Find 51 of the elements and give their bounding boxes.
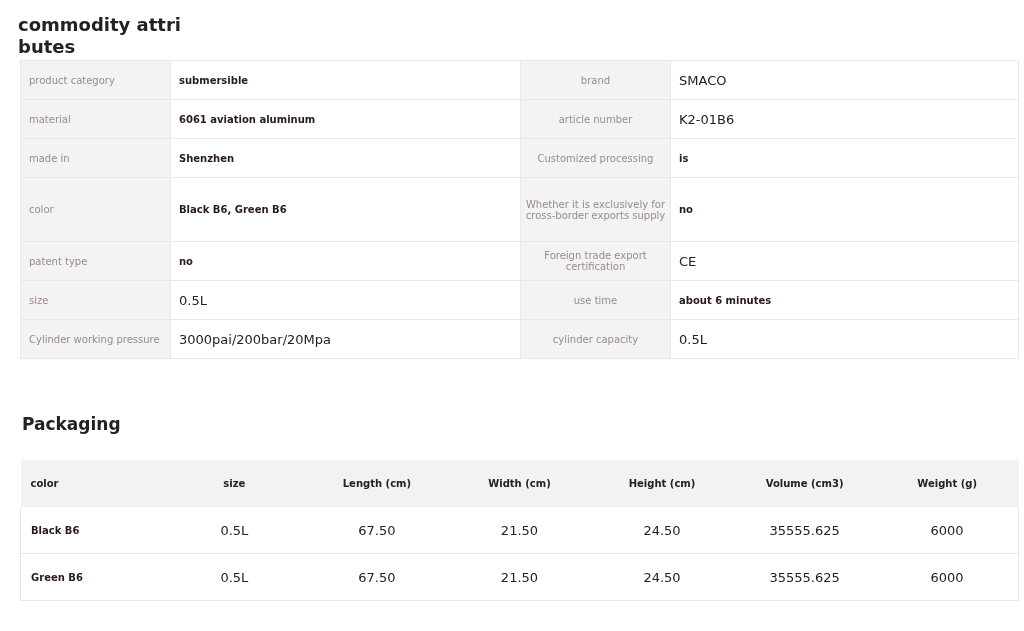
table-cell: Green B6 [20, 553, 164, 601]
attribute-value: submersible [170, 60, 521, 100]
attribute-label: Whether it is exclusively for cross-border exports supply [520, 177, 671, 242]
attribute-value: no [670, 177, 1019, 242]
table-cell: 21.50 [448, 507, 591, 554]
column-header: Width (cm) [448, 460, 591, 507]
table-cell: 0.5L [163, 553, 306, 601]
attribute-label: size [20, 280, 171, 320]
attribute-label: made in [20, 138, 171, 178]
attribute-label: patent type [20, 241, 171, 281]
attribute-value: K2-01B6 [670, 99, 1019, 139]
attribute-label: article number [520, 99, 671, 139]
attribute-value: about 6 minutes [670, 280, 1019, 320]
table-cell: 0.5L [163, 507, 306, 554]
attribute-label: brand [520, 60, 671, 100]
attribute-value: SMACO [670, 60, 1019, 100]
column-header: Weight (g) [875, 460, 1019, 507]
table-cell: 21.50 [448, 553, 591, 601]
table-cell: 24.50 [590, 507, 734, 554]
attribute-value: CE [670, 241, 1019, 281]
attribute-value: 0.5L [670, 319, 1019, 359]
attribute-value: is [670, 138, 1019, 178]
column-header: Volume (cm3) [733, 460, 876, 507]
section-title: Packaging [22, 414, 122, 434]
section-title: commodity attributes [18, 14, 182, 58]
attribute-label: use time [520, 280, 671, 320]
table-cell: 6000 [875, 553, 1019, 601]
attribute-value: 3000pai/200bar/20Mpa [170, 319, 521, 359]
table-cell: 24.50 [590, 553, 734, 601]
attribute-value: no [170, 241, 521, 281]
column-header: color [20, 460, 164, 507]
attribute-label: product category [20, 60, 171, 100]
column-header: size [163, 460, 306, 507]
column-header: Length (cm) [305, 460, 449, 507]
attribute-value: 0.5L [170, 280, 521, 320]
attribute-label: cylinder capacity [520, 319, 671, 359]
attribute-label: Foreign trade export certification [520, 241, 671, 281]
attribute-label: Customized processing [520, 138, 671, 178]
table-cell: 67.50 [305, 553, 449, 601]
attribute-value: Black B6, Green B6 [170, 177, 521, 242]
table-cell: 67.50 [305, 507, 449, 554]
table-cell: 6000 [875, 507, 1019, 554]
attribute-label: material [20, 99, 171, 139]
attribute-label: Cylinder working pressure [20, 319, 171, 359]
attribute-value: Shenzhen [170, 138, 521, 178]
attribute-value: 6061 aviation aluminum [170, 99, 521, 139]
table-cell: 35555.625 [733, 507, 876, 554]
table-cell: Black B6 [20, 507, 164, 554]
table-cell: 35555.625 [733, 553, 876, 601]
column-header: Height (cm) [590, 460, 734, 507]
attribute-label: color [20, 177, 171, 242]
